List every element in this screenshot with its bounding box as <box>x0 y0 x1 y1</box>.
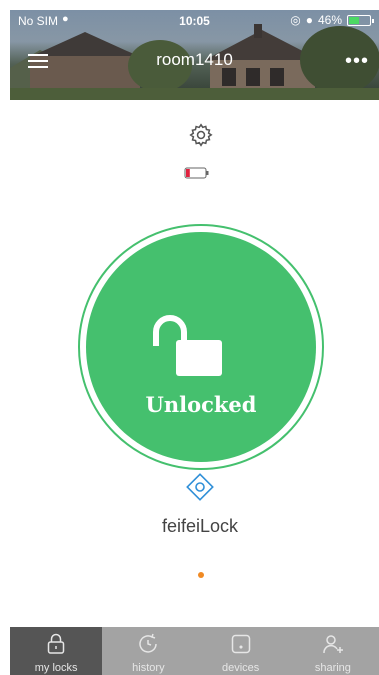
location-icon: ◎ <box>290 13 301 27</box>
battery-level-fill <box>186 169 190 177</box>
status-bar: No SIM ● 10:05 ◎ ● 46% <box>10 10 379 32</box>
alarm-icon: ● <box>305 13 313 27</box>
diamond-target-icon <box>186 473 214 501</box>
more-icon[interactable]: ••• <box>345 50 369 73</box>
lock-state-label: Unlocked <box>145 392 257 417</box>
unlocked-padlock-icon <box>153 315 222 376</box>
status-battery-icon <box>347 14 374 26</box>
tab-label: history <box>132 662 165 674</box>
room-title: room1410 <box>156 50 233 69</box>
battery-percent: 46% <box>317 13 342 27</box>
page-indicator-dot <box>198 572 204 578</box>
gear-icon[interactable] <box>188 122 214 148</box>
add-user-icon <box>323 635 343 654</box>
header: No SIM ● 10:05 ◎ ● 46% room1410 ••• <box>10 10 379 100</box>
status-right: ◎ ● 46% <box>290 13 374 27</box>
tab-devices[interactable]: devices <box>195 627 287 675</box>
tab-bar: my locks history devices sharing <box>10 627 379 675</box>
tab-history[interactable]: history <box>102 627 194 675</box>
clock-icon <box>139 633 158 653</box>
lock-name: feifeiLock <box>161 516 239 536</box>
lock-toggle-button[interactable]: Unlocked <box>86 232 316 462</box>
tab-my-locks[interactable]: my locks <box>10 627 103 675</box>
device-icon <box>231 634 250 654</box>
tab-label: my locks <box>34 662 78 674</box>
tab-label: sharing <box>314 662 351 674</box>
tab-sharing[interactable]: sharing <box>287 627 379 675</box>
battery-level-icon <box>184 167 209 179</box>
tab-label: devices <box>221 662 260 674</box>
padlock-icon <box>47 633 65 654</box>
